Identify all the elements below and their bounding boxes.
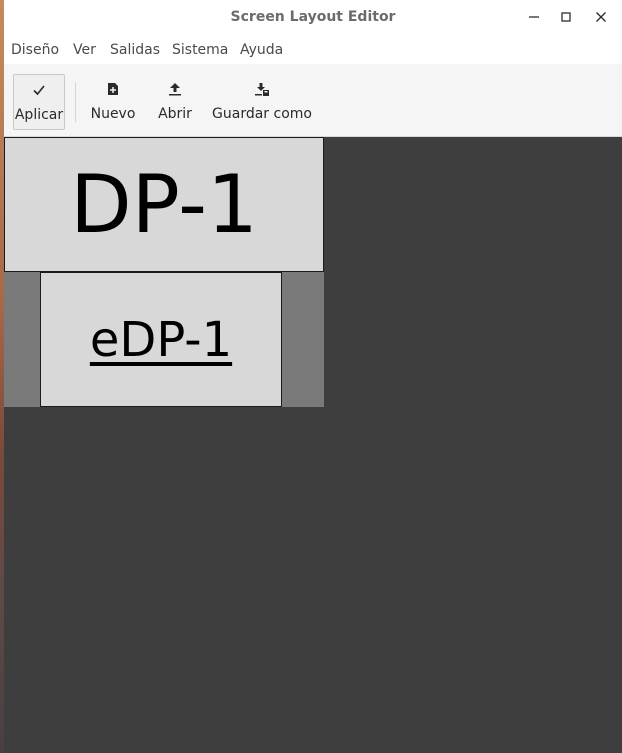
- menu-ver[interactable]: Ver: [73, 42, 96, 58]
- new-button[interactable]: Nuevo: [88, 74, 138, 128]
- monitor-dp-1-label: DP-1: [70, 158, 258, 251]
- menu-salidas[interactable]: Salidas: [110, 42, 160, 58]
- layout-canvas[interactable]: DP-1 eDP-1: [4, 137, 622, 753]
- minimize-icon: [529, 16, 539, 18]
- close-button[interactable]: [590, 6, 612, 28]
- new-file-icon: [108, 83, 118, 95]
- menu-diseno[interactable]: Diseño: [11, 42, 59, 58]
- menu-sistema[interactable]: Sistema: [172, 42, 228, 58]
- save-as-button[interactable]: Guardar como: [210, 74, 314, 128]
- app-window: Screen Layout Editor Diseño Ver Salidas …: [4, 0, 622, 753]
- title-bar: Screen Layout Editor: [4, 0, 622, 36]
- monitor-edp-1[interactable]: eDP-1: [40, 272, 282, 407]
- save-as-label: Guardar como: [212, 106, 312, 122]
- menu-ayuda[interactable]: Ayuda: [240, 42, 283, 58]
- menu-bar: Diseño Ver Salidas Sistema Ayuda: [4, 36, 622, 64]
- apply-button[interactable]: Aplicar: [13, 74, 65, 130]
- maximize-button[interactable]: [555, 6, 577, 28]
- close-icon: [596, 12, 606, 22]
- monitor-dp-1[interactable]: DP-1: [4, 137, 324, 272]
- upload-icon: [169, 83, 181, 96]
- maximize-icon: [561, 12, 571, 22]
- monitor-edp-1-label: eDP-1: [89, 311, 233, 368]
- minimize-button[interactable]: [523, 6, 545, 28]
- toolbar-separator: [75, 82, 76, 122]
- check-icon: [33, 85, 45, 96]
- download-icon: [255, 83, 269, 96]
- new-label: Nuevo: [90, 106, 136, 122]
- open-label: Abrir: [158, 106, 192, 122]
- apply-label: Aplicar: [14, 107, 64, 123]
- open-button[interactable]: Abrir: [154, 74, 196, 128]
- toolbar: Aplicar Nuevo Abrir Guardar como: [4, 64, 622, 137]
